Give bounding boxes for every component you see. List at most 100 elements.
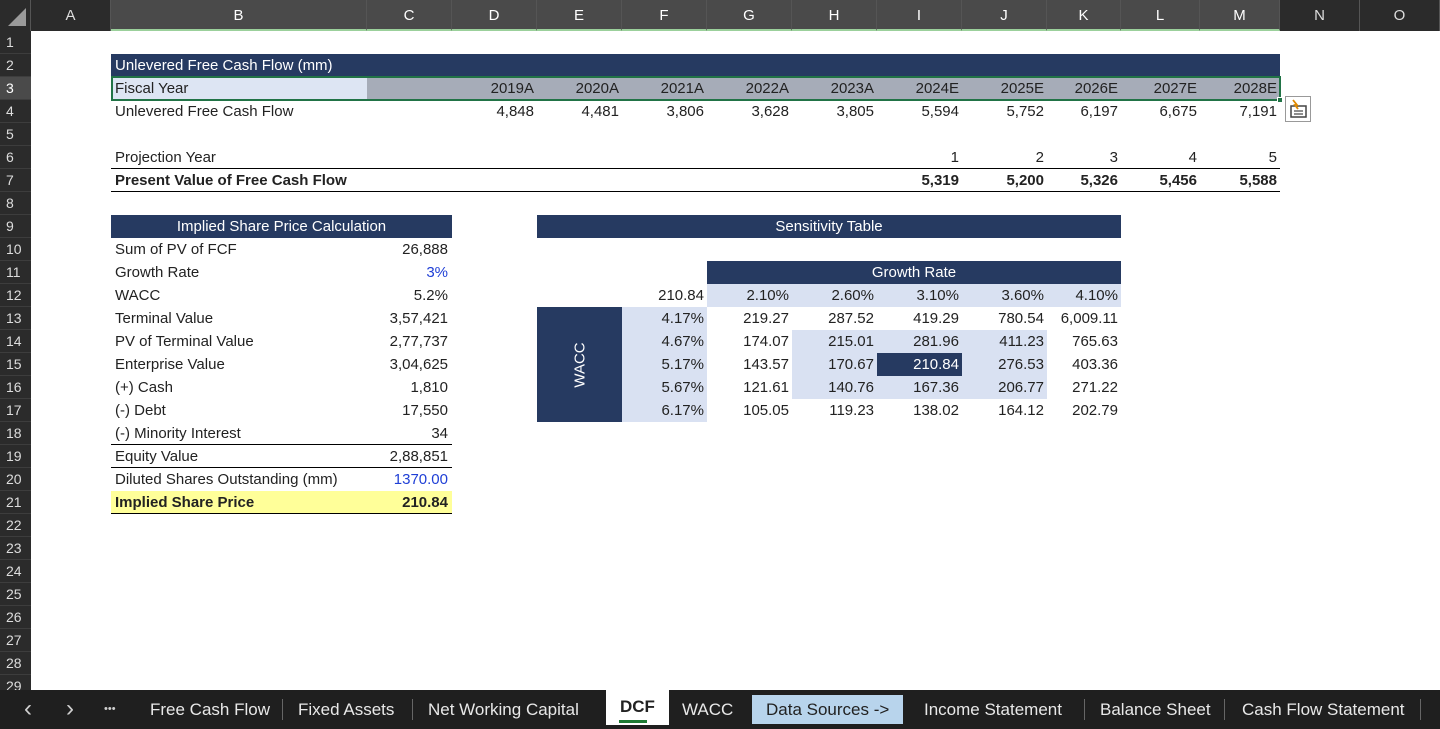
ufcf-value[interactable]: 3,628	[707, 100, 792, 123]
sensitivity-value-cell[interactable]: 138.02	[877, 399, 962, 422]
column-header-n[interactable]: N	[1280, 0, 1360, 31]
sensitivity-value-cell[interactable]: 765.63	[1047, 330, 1121, 353]
wacc-rate-value[interactable]: 5.17%	[622, 353, 707, 376]
sensitivity-value-cell[interactable]: 167.36	[877, 376, 962, 399]
growth-rate-value[interactable]: 3.60%	[962, 284, 1047, 307]
implied-row-value[interactable]: 3,57,421	[367, 307, 452, 330]
sensitivity-value-cell[interactable]: 105.05	[707, 399, 792, 422]
pv-fcf-value[interactable]: 5,200	[962, 169, 1047, 192]
row-header-16[interactable]: 16	[0, 376, 31, 399]
ufcf-value[interactable]: 4,848	[452, 100, 537, 123]
row-header-20[interactable]: 20	[0, 468, 31, 491]
pv-fcf-value[interactable]: 5,588	[1200, 169, 1280, 192]
column-header-k[interactable]: K	[1047, 0, 1121, 31]
wacc-rate-value[interactable]: 4.67%	[622, 330, 707, 353]
row-header-7[interactable]: 7	[0, 169, 31, 192]
implied-row-value[interactable]: 1370.00	[367, 468, 452, 491]
column-header-b[interactable]: B	[111, 0, 367, 31]
column-header-a[interactable]: A	[31, 0, 111, 31]
column-header-c[interactable]: C	[367, 0, 452, 31]
implied-row-value[interactable]: 17,550	[367, 399, 452, 422]
wacc-rate-value[interactable]: 4.17%	[622, 307, 707, 330]
row-header-12[interactable]: 12	[0, 284, 31, 307]
wacc-rate-value[interactable]: 5.67%	[622, 376, 707, 399]
implied-row-value[interactable]: 2,88,851	[367, 445, 452, 468]
sheet-tab-fixed-assets[interactable]: Fixed Assets	[284, 690, 408, 729]
row-header-25[interactable]: 25	[0, 583, 31, 606]
more-sheets-button[interactable]: •••	[104, 690, 116, 729]
sheet-tab-data-sources[interactable]: Data Sources ->	[752, 695, 904, 724]
column-header-f[interactable]: F	[622, 0, 707, 31]
sensitivity-value-cell[interactable]: 206.77	[962, 376, 1047, 399]
ufcf-value[interactable]: 6,197	[1047, 100, 1121, 123]
row-header-23[interactable]: 23	[0, 537, 31, 560]
implied-row-value[interactable]: 5.2%	[367, 284, 452, 307]
ufcf-value[interactable]: 5,594	[877, 100, 962, 123]
row-header-14[interactable]: 14	[0, 330, 31, 353]
sensitivity-value-cell[interactable]: 174.07	[707, 330, 792, 353]
row-header-6[interactable]: 6	[0, 146, 31, 169]
row-header-17[interactable]: 17	[0, 399, 31, 422]
projection-year-value[interactable]: 2	[962, 146, 1047, 169]
row-header-9[interactable]: 9	[0, 215, 31, 238]
implied-row-value[interactable]: 3%	[367, 261, 452, 284]
implied-row-value[interactable]: 3,04,625	[367, 353, 452, 376]
sheet-tab-wacc[interactable]: WACC	[668, 690, 747, 729]
sensitivity-value-cell[interactable]: 140.76	[792, 376, 877, 399]
row-header-21[interactable]: 21	[0, 491, 31, 514]
row-header-19[interactable]: 19	[0, 445, 31, 468]
row-header-11[interactable]: 11	[0, 261, 31, 284]
sensitivity-value-cell[interactable]: 119.23	[792, 399, 877, 422]
row-header-27[interactable]: 27	[0, 629, 31, 652]
sensitivity-corner-value[interactable]: 210.84	[537, 284, 707, 307]
ufcf-value[interactable]: 7,191	[1200, 100, 1280, 123]
row-header-29[interactable]: 29	[0, 675, 31, 690]
row-header-3[interactable]: 3	[0, 77, 31, 100]
sheet-tab-cash-flow-statement[interactable]: Cash Flow Statement	[1228, 690, 1419, 729]
pv-fcf-value[interactable]: 5,326	[1047, 169, 1121, 192]
implied-row-value[interactable]: 26,888	[367, 238, 452, 261]
column-header-e[interactable]: E	[537, 0, 622, 31]
ufcf-value[interactable]: 6,675	[1121, 100, 1200, 123]
growth-rate-value[interactable]: 2.60%	[792, 284, 877, 307]
implied-row-value[interactable]: 34	[367, 422, 452, 445]
sheet-tab-free-cash-flow[interactable]: Free Cash Flow	[136, 690, 284, 729]
row-header-24[interactable]: 24	[0, 560, 31, 583]
projection-year-value[interactable]: 5	[1200, 146, 1280, 169]
row-header-28[interactable]: 28	[0, 652, 31, 675]
column-header-m[interactable]: M	[1200, 0, 1280, 31]
implied-row-value[interactable]: 1,810	[367, 376, 452, 399]
wacc-rate-value[interactable]: 6.17%	[622, 399, 707, 422]
sensitivity-value-cell[interactable]: 215.01	[792, 330, 877, 353]
row-header-4[interactable]: 4	[0, 100, 31, 123]
column-header-g[interactable]: G	[707, 0, 792, 31]
column-header-h[interactable]: H	[792, 0, 877, 31]
ufcf-value[interactable]: 5,752	[962, 100, 1047, 123]
sensitivity-value-cell[interactable]: 780.54	[962, 307, 1047, 330]
sheet-tab-balance-sheet[interactable]: Balance Sheet	[1086, 690, 1225, 729]
sheet-tab-net-working-capital[interactable]: Net Working Capital	[414, 690, 593, 729]
column-header-d[interactable]: D	[452, 0, 537, 31]
ufcf-value[interactable]: 3,805	[792, 100, 877, 123]
projection-year-value[interactable]: 3	[1047, 146, 1121, 169]
column-header-o[interactable]: O	[1360, 0, 1440, 31]
ufcf-value[interactable]: 3,806	[622, 100, 707, 123]
sensitivity-value-cell[interactable]: 281.96	[877, 330, 962, 353]
sensitivity-value-cell[interactable]: 276.53	[962, 353, 1047, 376]
sensitivity-value-cell[interactable]: 411.23	[962, 330, 1047, 353]
row-header-13[interactable]: 13	[0, 307, 31, 330]
row-header-5[interactable]: 5	[0, 123, 31, 146]
row-header-8[interactable]: 8	[0, 192, 31, 215]
sensitivity-value-cell[interactable]: 202.79	[1047, 399, 1121, 422]
implied-row-value[interactable]: 2,77,737	[367, 330, 452, 353]
sensitivity-value-cell[interactable]: 419.29	[877, 307, 962, 330]
row-header-1[interactable]: 1	[0, 31, 31, 54]
row-header-2[interactable]: 2	[0, 54, 31, 77]
row-header-10[interactable]: 10	[0, 238, 31, 261]
spreadsheet-grid[interactable]: ABCDEFGHIJKLMNO 1 2 3 4 5 6 7 8 9 10 11 12 13 14 15 16 1…	[0, 0, 1440, 690]
sensitivity-value-cell[interactable]: 170.67	[792, 353, 877, 376]
pv-fcf-value[interactable]: 5,456	[1121, 169, 1200, 192]
sensitivity-value-cell[interactable]: 219.27	[707, 307, 792, 330]
scroll-tabs-left-button[interactable]: ‹	[24, 690, 32, 729]
ufcf-value[interactable]: 4,481	[537, 100, 622, 123]
